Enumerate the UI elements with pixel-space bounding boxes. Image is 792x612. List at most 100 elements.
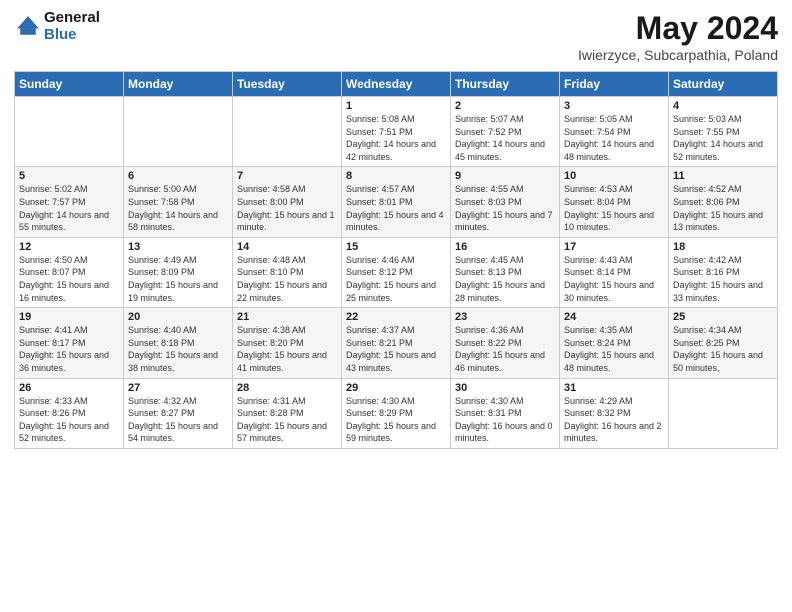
daylight-text: Daylight: 15 hours and 10 minutes. bbox=[564, 210, 654, 233]
daylight-text: Daylight: 15 hours and 13 minutes. bbox=[673, 210, 763, 233]
sunset-text: Sunset: 8:25 PM bbox=[673, 338, 740, 348]
page: General Blue May 2024 Iwierzyce, Subcarp… bbox=[0, 0, 792, 612]
day-info: Sunrise: 4:50 AM Sunset: 8:07 PM Dayligh… bbox=[19, 254, 119, 304]
table-row: 8 Sunrise: 4:57 AM Sunset: 8:01 PM Dayli… bbox=[342, 167, 451, 237]
day-info: Sunrise: 4:45 AM Sunset: 8:13 PM Dayligh… bbox=[455, 254, 555, 304]
table-row: 31 Sunrise: 4:29 AM Sunset: 8:32 PM Dayl… bbox=[560, 378, 669, 448]
table-row bbox=[233, 97, 342, 167]
day-info: Sunrise: 4:34 AM Sunset: 8:25 PM Dayligh… bbox=[673, 324, 773, 374]
day-number: 25 bbox=[673, 311, 773, 323]
sunset-text: Sunset: 8:18 PM bbox=[128, 338, 195, 348]
col-wednesday: Wednesday bbox=[342, 72, 451, 97]
table-row: 13 Sunrise: 4:49 AM Sunset: 8:09 PM Dayl… bbox=[124, 237, 233, 307]
sunrise-text: Sunrise: 4:32 AM bbox=[128, 396, 197, 406]
daylight-text: Daylight: 15 hours and 25 minutes. bbox=[346, 280, 436, 303]
sunrise-text: Sunrise: 4:55 AM bbox=[455, 184, 524, 194]
sunset-text: Sunset: 8:16 PM bbox=[673, 267, 740, 277]
sunrise-text: Sunrise: 4:58 AM bbox=[237, 184, 306, 194]
day-number: 26 bbox=[19, 382, 119, 394]
sunrise-text: Sunrise: 5:07 AM bbox=[455, 114, 524, 124]
day-number: 5 bbox=[19, 170, 119, 182]
col-sunday: Sunday bbox=[15, 72, 124, 97]
daylight-text: Daylight: 14 hours and 48 minutes. bbox=[564, 139, 654, 162]
sunset-text: Sunset: 8:32 PM bbox=[564, 408, 631, 418]
day-info: Sunrise: 4:31 AM Sunset: 8:28 PM Dayligh… bbox=[237, 395, 337, 445]
sunset-text: Sunset: 8:03 PM bbox=[455, 197, 522, 207]
title-area: May 2024 Iwierzyce, Subcarpathia, Poland bbox=[578, 10, 778, 63]
table-row: 11 Sunrise: 4:52 AM Sunset: 8:06 PM Dayl… bbox=[669, 167, 778, 237]
daylight-text: Daylight: 15 hours and 59 minutes. bbox=[346, 421, 436, 444]
day-number: 10 bbox=[564, 170, 664, 182]
day-number: 19 bbox=[19, 311, 119, 323]
logo-icon bbox=[14, 13, 42, 41]
daylight-text: Daylight: 15 hours and 30 minutes. bbox=[564, 280, 654, 303]
day-number: 8 bbox=[346, 170, 446, 182]
sunrise-text: Sunrise: 4:45 AM bbox=[455, 255, 524, 265]
day-number: 23 bbox=[455, 311, 555, 323]
day-number: 7 bbox=[237, 170, 337, 182]
sunset-text: Sunset: 8:24 PM bbox=[564, 338, 631, 348]
sunset-text: Sunset: 8:21 PM bbox=[346, 338, 413, 348]
sunrise-text: Sunrise: 4:46 AM bbox=[346, 255, 415, 265]
sunrise-text: Sunrise: 4:36 AM bbox=[455, 325, 524, 335]
daylight-text: Daylight: 15 hours and 43 minutes. bbox=[346, 350, 436, 373]
table-row: 6 Sunrise: 5:00 AM Sunset: 7:58 PM Dayli… bbox=[124, 167, 233, 237]
daylight-text: Daylight: 15 hours and 19 minutes. bbox=[128, 280, 218, 303]
day-number: 3 bbox=[564, 100, 664, 112]
day-info: Sunrise: 5:07 AM Sunset: 7:52 PM Dayligh… bbox=[455, 113, 555, 163]
table-row: 14 Sunrise: 4:48 AM Sunset: 8:10 PM Dayl… bbox=[233, 237, 342, 307]
col-tuesday: Tuesday bbox=[233, 72, 342, 97]
sunset-text: Sunset: 8:12 PM bbox=[346, 267, 413, 277]
table-row bbox=[669, 378, 778, 448]
day-number: 14 bbox=[237, 241, 337, 253]
day-number: 31 bbox=[564, 382, 664, 394]
daylight-text: Daylight: 14 hours and 58 minutes. bbox=[128, 210, 218, 233]
week-row-2: 5 Sunrise: 5:02 AM Sunset: 7:57 PM Dayli… bbox=[15, 167, 778, 237]
day-info: Sunrise: 4:53 AM Sunset: 8:04 PM Dayligh… bbox=[564, 183, 664, 233]
day-number: 12 bbox=[19, 241, 119, 253]
daylight-text: Daylight: 15 hours and 52 minutes. bbox=[19, 421, 109, 444]
day-info: Sunrise: 4:37 AM Sunset: 8:21 PM Dayligh… bbox=[346, 324, 446, 374]
daylight-text: Daylight: 15 hours and 4 minutes. bbox=[346, 210, 444, 233]
table-row: 15 Sunrise: 4:46 AM Sunset: 8:12 PM Dayl… bbox=[342, 237, 451, 307]
daylight-text: Daylight: 15 hours and 22 minutes. bbox=[237, 280, 327, 303]
day-number: 18 bbox=[673, 241, 773, 253]
sunset-text: Sunset: 7:55 PM bbox=[673, 127, 740, 137]
table-row: 1 Sunrise: 5:08 AM Sunset: 7:51 PM Dayli… bbox=[342, 97, 451, 167]
week-row-4: 19 Sunrise: 4:41 AM Sunset: 8:17 PM Dayl… bbox=[15, 308, 778, 378]
sunrise-text: Sunrise: 4:37 AM bbox=[346, 325, 415, 335]
daylight-text: Daylight: 15 hours and 36 minutes. bbox=[19, 350, 109, 373]
day-info: Sunrise: 4:58 AM Sunset: 8:00 PM Dayligh… bbox=[237, 183, 337, 233]
day-number: 29 bbox=[346, 382, 446, 394]
sunrise-text: Sunrise: 4:30 AM bbox=[346, 396, 415, 406]
day-number: 13 bbox=[128, 241, 228, 253]
table-row: 10 Sunrise: 4:53 AM Sunset: 8:04 PM Dayl… bbox=[560, 167, 669, 237]
table-row: 20 Sunrise: 4:40 AM Sunset: 8:18 PM Dayl… bbox=[124, 308, 233, 378]
day-number: 28 bbox=[237, 382, 337, 394]
logo: General Blue bbox=[14, 10, 100, 43]
table-row: 26 Sunrise: 4:33 AM Sunset: 8:26 PM Dayl… bbox=[15, 378, 124, 448]
table-row: 28 Sunrise: 4:31 AM Sunset: 8:28 PM Dayl… bbox=[233, 378, 342, 448]
table-row: 18 Sunrise: 4:42 AM Sunset: 8:16 PM Dayl… bbox=[669, 237, 778, 307]
main-title: May 2024 bbox=[578, 10, 778, 47]
day-number: 27 bbox=[128, 382, 228, 394]
table-row bbox=[15, 97, 124, 167]
sunrise-text: Sunrise: 5:03 AM bbox=[673, 114, 742, 124]
day-info: Sunrise: 5:00 AM Sunset: 7:58 PM Dayligh… bbox=[128, 183, 228, 233]
sunrise-text: Sunrise: 5:08 AM bbox=[346, 114, 415, 124]
table-row: 22 Sunrise: 4:37 AM Sunset: 8:21 PM Dayl… bbox=[342, 308, 451, 378]
col-monday: Monday bbox=[124, 72, 233, 97]
day-number: 20 bbox=[128, 311, 228, 323]
sunset-text: Sunset: 7:54 PM bbox=[564, 127, 631, 137]
day-number: 22 bbox=[346, 311, 446, 323]
sunset-text: Sunset: 8:27 PM bbox=[128, 408, 195, 418]
table-row: 27 Sunrise: 4:32 AM Sunset: 8:27 PM Dayl… bbox=[124, 378, 233, 448]
table-row: 19 Sunrise: 4:41 AM Sunset: 8:17 PM Dayl… bbox=[15, 308, 124, 378]
daylight-text: Daylight: 15 hours and 46 minutes. bbox=[455, 350, 545, 373]
day-info: Sunrise: 4:35 AM Sunset: 8:24 PM Dayligh… bbox=[564, 324, 664, 374]
daylight-text: Daylight: 15 hours and 41 minutes. bbox=[237, 350, 327, 373]
sunset-text: Sunset: 8:14 PM bbox=[564, 267, 631, 277]
sunrise-text: Sunrise: 4:30 AM bbox=[455, 396, 524, 406]
daylight-text: Daylight: 15 hours and 1 minute. bbox=[237, 210, 335, 233]
day-number: 11 bbox=[673, 170, 773, 182]
